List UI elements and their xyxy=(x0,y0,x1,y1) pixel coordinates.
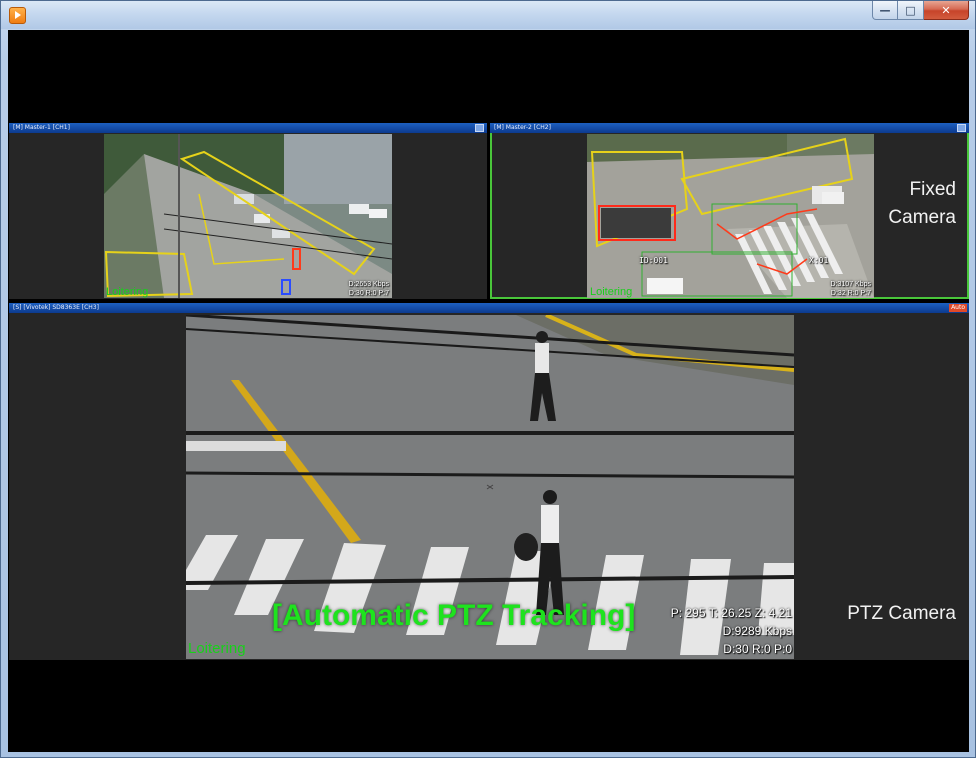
track-id-label-2: X:01 xyxy=(809,256,829,265)
channel-title-bar: [M] Master-1 [CH1] xyxy=(9,123,487,133)
minimize-button[interactable]: — xyxy=(872,1,898,20)
bitrate-readout: D:3107 Kbps xyxy=(830,281,871,288)
title-bar[interactable]: — □ ✕ xyxy=(1,1,975,29)
media-player-icon[interactable] xyxy=(9,7,26,24)
frame-stats-readout: D:30 R:0 P:7 xyxy=(348,290,389,297)
street-scene-ch2 xyxy=(587,134,874,298)
auto-mode-badge[interactable]: Auto xyxy=(949,304,967,312)
maximize-icon: □ xyxy=(905,3,916,17)
channel-options-icon[interactable] xyxy=(475,124,484,132)
ptz-position-readout: P: 295 T: 26.25 Z: 4.21 xyxy=(670,606,792,620)
player-window: — □ ✕ [M] Master-1 [CH1] Loitering D:265… xyxy=(0,0,976,758)
minimize-icon: — xyxy=(879,3,891,17)
bitrate-readout: D:2653 Kbps xyxy=(348,281,389,288)
frame-stats-readout: D:32 R:0 P:7 xyxy=(830,290,871,297)
event-label: Loitering xyxy=(188,640,246,657)
ptz-camera-label: PTZ Camera xyxy=(847,600,956,628)
channel-pane-ch2[interactable]: [M] Master-2 [CH2] ID:001 X:01 Loitering… xyxy=(490,123,969,299)
channel-options-icon[interactable] xyxy=(957,124,966,132)
event-label: Loitering xyxy=(106,286,149,298)
ptz-camera-label-text: PTZ Camera xyxy=(847,603,956,624)
channel-title: [M] Master-2 [CH2] xyxy=(494,124,551,131)
fixed-camera-label-line1: Fixed xyxy=(909,179,956,200)
video-wall: [M] Master-1 [CH1] Loitering D:2653 Kbps… xyxy=(8,30,969,752)
channel-title: [M] Master-1 [CH1] xyxy=(13,124,70,131)
camera-feed-ch1[interactable]: Loitering D:2653 Kbps D:30 R:0 P:7 xyxy=(104,134,392,298)
channel-pane-ch3[interactable]: [S] [Vivotek] SD8363E [CH3] Auto Loiteri… xyxy=(9,303,969,660)
close-icon: ✕ xyxy=(941,3,951,17)
maximize-button[interactable]: □ xyxy=(898,1,924,20)
track-id-label: ID:001 xyxy=(639,256,668,265)
camera-feed-ch2[interactable]: ID:001 X:01 Loitering D:3107 Kbps D:32 R… xyxy=(587,134,874,298)
frame-stats-readout: D:30 R:0 P:0 xyxy=(723,642,792,656)
street-scene-ch1 xyxy=(104,134,392,298)
fixed-camera-label-line2: Camera xyxy=(888,206,956,228)
tracking-caption: [Automatic PTZ Tracking] xyxy=(272,599,636,632)
close-button[interactable]: ✕ xyxy=(924,1,969,20)
event-label: Loitering xyxy=(590,286,633,298)
bitrate-readout: D:9289 Kbps xyxy=(722,624,792,638)
channel-title-bar: [S] [Vivotek] SD8363E [CH3] Auto xyxy=(9,303,969,313)
channel-pane-ch1[interactable]: [M] Master-1 [CH1] Loitering D:2653 Kbps… xyxy=(9,123,487,299)
channel-title-bar: [M] Master-2 [CH2] xyxy=(490,123,969,133)
channel-title: [S] [Vivotek] SD8363E [CH3] xyxy=(13,304,99,311)
fixed-camera-label: Fixed Camera xyxy=(888,176,956,231)
window-controls: — □ ✕ xyxy=(872,1,969,20)
